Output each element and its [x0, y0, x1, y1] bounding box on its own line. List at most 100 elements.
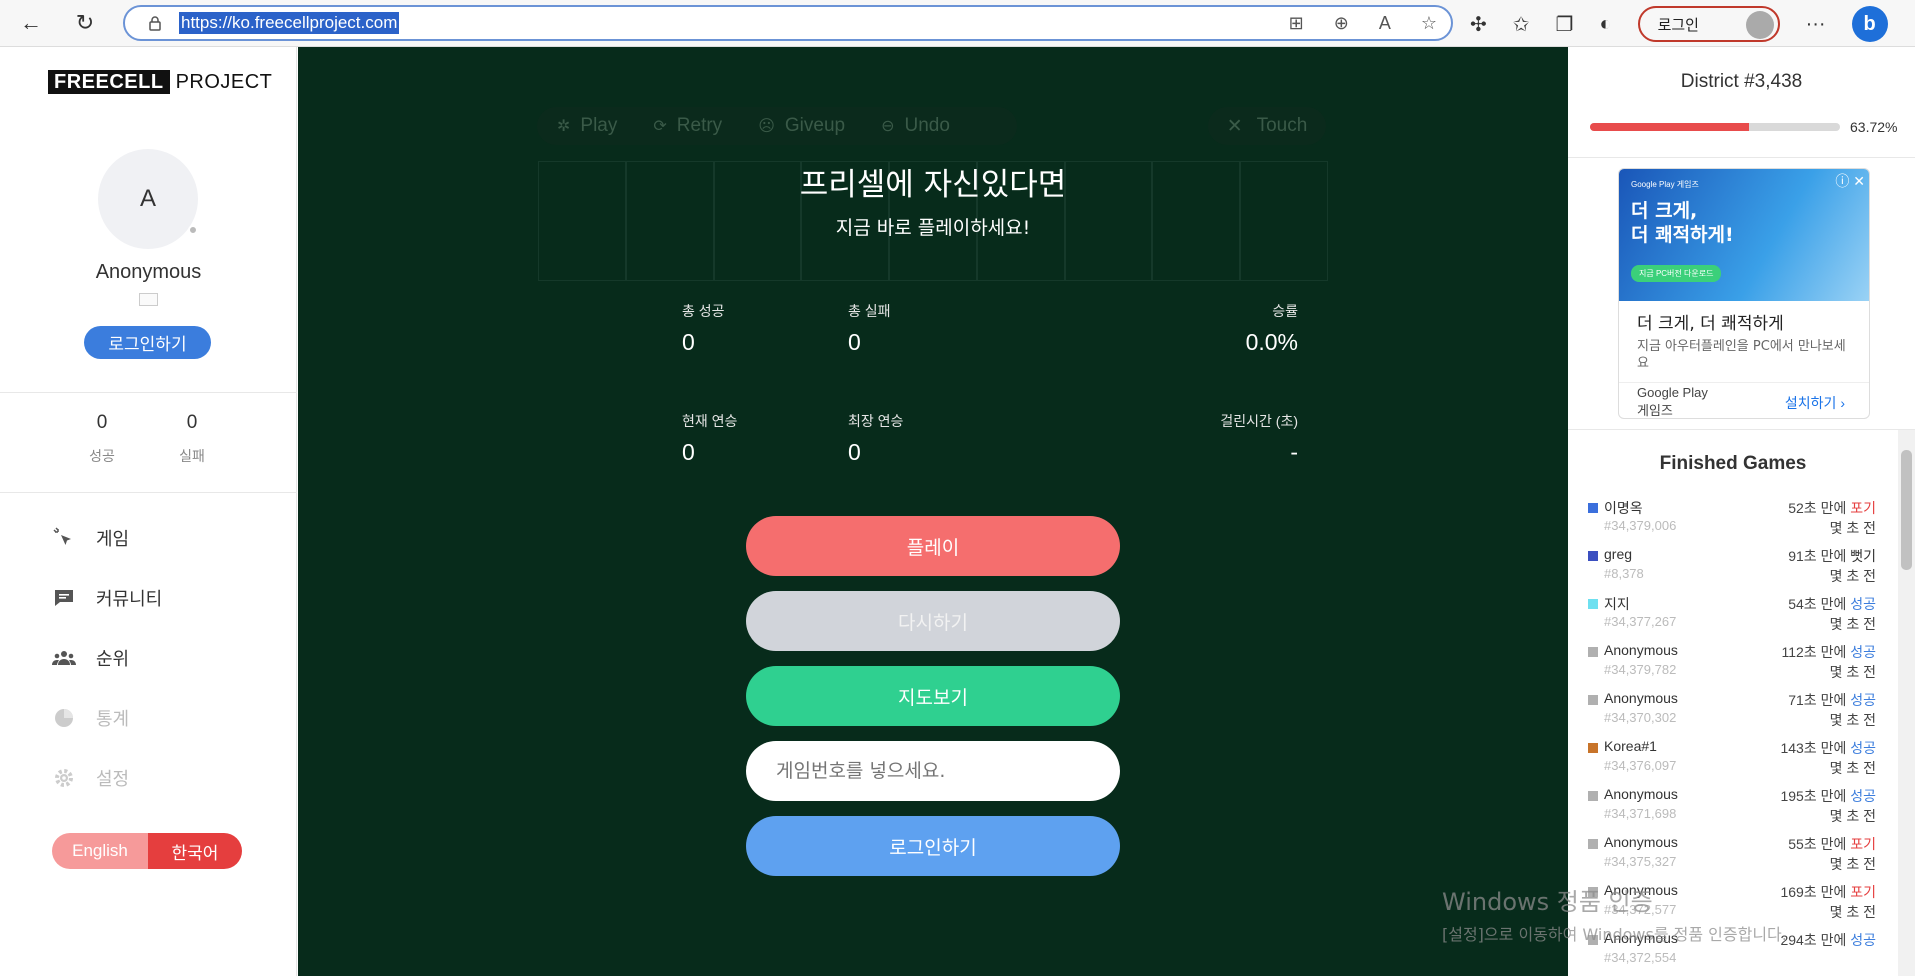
apps-add-icon[interactable]: ⊕ [1334, 13, 1349, 34]
install-label: 설치하기 [1784, 395, 1837, 411]
retry-toolbar-button[interactable]: ⟳ Retry [653, 115, 722, 137]
avatar-letter: A [139, 185, 156, 212]
menu-label: 커뮤니티 [96, 589, 163, 609]
menu-item-ranking[interactable]: 순위 [52, 643, 129, 673]
guide-button[interactable]: 지도보기 [746, 666, 1120, 726]
app-grid-icon[interactable]: ⊞ [1289, 13, 1304, 34]
player-color-swatch [1588, 791, 1598, 801]
ad-close-icon[interactable]: ⓘ ✕ [1835, 171, 1865, 191]
scrollbar-thumb[interactable] [1901, 450, 1912, 570]
more-icon[interactable]: ··· [1806, 13, 1826, 36]
game-row[interactable]: Anonymous #34,370,302 71초 만에 성공 몇 초 전 [1588, 690, 1876, 730]
game-id[interactable]: #34,372,554 [1604, 950, 1676, 965]
game-row[interactable]: Anonymous #34,371,698 195초 만에 성공 몇 초 전 [1588, 786, 1876, 826]
game-number-input[interactable] [746, 741, 1120, 801]
game-row[interactable]: Anonymous #34,375,327 55초 만에 포기 몇 초 전 [1588, 834, 1876, 874]
game-id[interactable]: #34,370,302 [1604, 710, 1676, 725]
reload-icon[interactable]: ↻ [68, 6, 102, 40]
back-arrow-icon[interactable]: ← [14, 6, 48, 40]
logo[interactable]: FREECELL PROJECT [48, 70, 273, 94]
menu-item-community[interactable]: 커뮤니티 [52, 583, 162, 613]
game-toolbar: ✲ Play ⟳ Retry ☹ Giveup ⊖ Undo [537, 107, 1017, 145]
player-color-swatch [1588, 647, 1598, 657]
game-row[interactable]: Anonymous #34,379,782 112초 만에 성공몇 초 전 [1588, 642, 1876, 682]
stat-label: 현재 연승 [682, 413, 738, 429]
retry-icon: ⟳ [653, 118, 667, 135]
lang-korean-button[interactable]: 한국어 [148, 833, 242, 869]
game-id[interactable]: #34,376,097 [1604, 758, 1676, 773]
game-time-ago: 몇 초 전 [1829, 856, 1876, 872]
game-time-ago: 몇 초 전 [1829, 520, 1876, 536]
game-row[interactable]: Korea#1 #34,376,097 143초 만에 성공 몇 초 전 [1588, 738, 1876, 778]
game-duration: 52초 만에 [1788, 500, 1847, 516]
game-time-ago: 몇 초 전 [1829, 664, 1876, 680]
read-aloud-icon[interactable]: A [1379, 13, 1391, 34]
game-row[interactable]: 지지 #34,377,267 54초 만에 성공 몇 초 전 [1588, 594, 1876, 634]
player-color-swatch [1588, 839, 1598, 849]
logo-text: PROJECT [175, 71, 273, 93]
player-color-swatch [1588, 503, 1598, 513]
game-result: 195초 만에 성공 [1780, 786, 1876, 806]
game-time-ago: 몇 초 전 [1829, 760, 1876, 776]
toolbar-label: Retry [676, 115, 723, 136]
game-result: 143초 만에 성공 [1780, 738, 1876, 758]
lang-english-button[interactable]: English [52, 833, 148, 869]
divider [1568, 157, 1915, 158]
game-duration: 195초 만에 [1780, 788, 1847, 804]
game-time-ago: 몇 초 전 [1829, 568, 1876, 584]
player-color-swatch [1588, 599, 1598, 609]
ad-install-button[interactable]: 설치하기 › [1785, 393, 1845, 413]
game-time-ago: 몇 초 전 [1829, 904, 1876, 920]
game-id[interactable]: #34,371,698 [1604, 806, 1676, 821]
ad-card[interactable]: Google Play 게임즈 더 크게, 더 쾌적하게! 지금 PC버전 다운… [1618, 168, 1870, 419]
game-id[interactable]: #34,379,006 [1604, 518, 1676, 533]
undo-icon: ⊖ [881, 118, 895, 135]
extensions-icon[interactable]: ✣ [1470, 12, 1487, 37]
url-text[interactable]: https://ko.freecellproject.com [179, 12, 400, 34]
player-name: Anonymous [1604, 642, 1678, 658]
ad-title: 더 크게, 더 쾌적하게 [1637, 314, 1784, 334]
giveup-toolbar-button[interactable]: ☹ Giveup [758, 115, 845, 137]
play-toolbar-button[interactable]: ✲ Play [557, 115, 617, 137]
bing-icon[interactable]: b [1851, 6, 1888, 42]
game-id[interactable]: #34,377,267 [1604, 614, 1676, 629]
game-row[interactable]: 이명옥 #34,379,006 52초 만에 포기 몇 초 전 [1588, 498, 1876, 538]
retry-button[interactable]: 다시하기 [746, 591, 1120, 651]
menu-item-settings[interactable]: 설정 [52, 763, 129, 793]
edge-icon[interactable]: ◐ [1599, 13, 1611, 36]
player-name: 지지 [1604, 596, 1630, 612]
sidebar-login-button[interactable]: 로그인하기 [84, 326, 211, 359]
play-button[interactable]: 플레이 [746, 516, 1120, 576]
game-id[interactable]: #8,378 [1604, 566, 1644, 581]
chat-icon [55, 590, 73, 606]
scrollbar[interactable] [1898, 430, 1915, 976]
headline: 프리셀에 자신있다면 [799, 167, 1067, 203]
menu-label: 통계 [96, 709, 130, 729]
game-result: 112초 만에 성공 [1781, 642, 1876, 662]
favorites-icon[interactable]: ✩ [1513, 12, 1530, 37]
divider [0, 492, 297, 493]
player-name: 이명옥 [1604, 500, 1643, 516]
cursor-click-icon [53, 527, 71, 545]
stat-label: 승률 [1272, 303, 1298, 319]
avatar: A [98, 149, 198, 249]
touch-toggle-button[interactable]: ✕ Touch [1208, 107, 1326, 145]
main-login-button[interactable]: 로그인하기 [746, 816, 1120, 876]
game-row[interactable]: greg #8,378 91초 만에 뻣기 몇 초 전 [1588, 546, 1876, 586]
toolbar-label: Giveup [784, 115, 846, 136]
game-id[interactable]: #34,379,782 [1604, 662, 1676, 677]
result-label: 성공 [1850, 788, 1876, 804]
menu-item-game[interactable]: 게임 [52, 523, 129, 553]
collections-icon[interactable]: ❐ [1556, 12, 1574, 37]
subline: 지금 바로 플레이하세요! [835, 217, 1031, 239]
browser-login-button[interactable]: 로그인 [1637, 6, 1780, 42]
game-id[interactable]: #34,375,327 [1604, 854, 1676, 869]
divider [0, 392, 297, 393]
menu-item-stats[interactable]: 통계 [52, 703, 129, 733]
game-duration: 294초 만에 [1780, 932, 1847, 948]
star-icon[interactable]: ☆ [1421, 13, 1437, 34]
address-bar[interactable]: https://ko.freecellproject.com ⊞ ⊕ A ☆ [123, 5, 1453, 41]
ad-banner-image[interactable]: Google Play 게임즈 더 크게, 더 쾌적하게! 지금 PC버전 다운… [1619, 169, 1869, 301]
undo-toolbar-button[interactable]: ⊖ Undo [881, 115, 950, 137]
stat-value: 0 [682, 329, 695, 355]
